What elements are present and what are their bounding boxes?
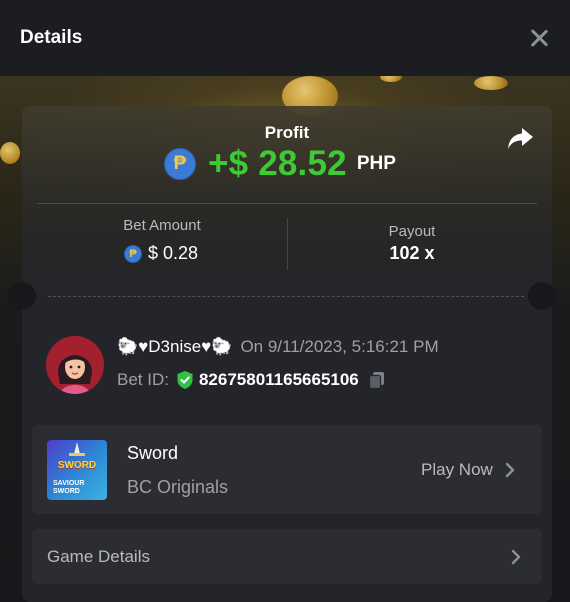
ticket-notch-left xyxy=(8,282,36,310)
profit-currency: PHP xyxy=(356,153,396,174)
bet-date: On 9/11/2023, 5:16:21 PM xyxy=(240,337,439,356)
close-icon[interactable] xyxy=(528,27,550,49)
bet-id-value: 82675801165665106 xyxy=(198,370,359,389)
dashed-divider xyxy=(48,296,524,297)
bet-id-row: Bet ID: 82675801165665106 xyxy=(117,370,387,390)
chevron-right-icon[interactable] xyxy=(511,549,521,565)
avatar-illustration xyxy=(46,336,104,394)
page-title: Details xyxy=(20,27,83,48)
thumb-subtitle: SAVIOUR SWORD xyxy=(53,480,85,495)
avatar[interactable] xyxy=(46,336,104,394)
game-thumbnail[interactable]: SWORD SAVIOUR SWORD xyxy=(47,440,107,500)
game-provider: BC Originals xyxy=(127,477,229,497)
peso-coin-icon: ₱ xyxy=(164,148,196,180)
user-row: 🐑♥D3nise♥🐑 On 9/11/2023, 5:16:21 PM xyxy=(117,337,439,357)
bet-amount-value: ₱ $ 0.28 xyxy=(124,243,198,264)
profit-label: Profit xyxy=(264,123,310,142)
play-now-label: Play Now xyxy=(421,460,493,479)
details-header: Details xyxy=(0,0,570,76)
bet-amount-text: $ 0.28 xyxy=(148,243,199,263)
thumb-title: SWORD xyxy=(57,460,97,471)
profit-amount: +$ 28.52 xyxy=(208,144,347,183)
bet-id-label: Bet ID: xyxy=(117,370,169,389)
coin-decoration xyxy=(474,76,508,90)
payout-label: Payout xyxy=(388,223,436,240)
game-name: Sword xyxy=(127,443,179,463)
play-now-button[interactable]: Play Now xyxy=(421,460,515,480)
coin-decoration xyxy=(0,142,20,164)
game-details-label: Game Details xyxy=(47,547,150,566)
shield-check-icon xyxy=(177,371,193,389)
bet-amount-label: Bet Amount xyxy=(123,217,201,234)
divider xyxy=(37,203,537,204)
chevron-right-icon xyxy=(505,462,515,478)
share-icon[interactable] xyxy=(506,126,534,152)
copy-icon[interactable] xyxy=(367,370,387,390)
ticket-notch-right xyxy=(528,282,556,310)
username[interactable]: 🐑♥D3nise♥🐑 xyxy=(117,337,232,357)
payout-value: 102 x xyxy=(389,243,435,263)
profit-row: ₱ +$ 28.52 PHP xyxy=(164,144,396,184)
peso-coin-icon: ₱ xyxy=(124,244,142,263)
